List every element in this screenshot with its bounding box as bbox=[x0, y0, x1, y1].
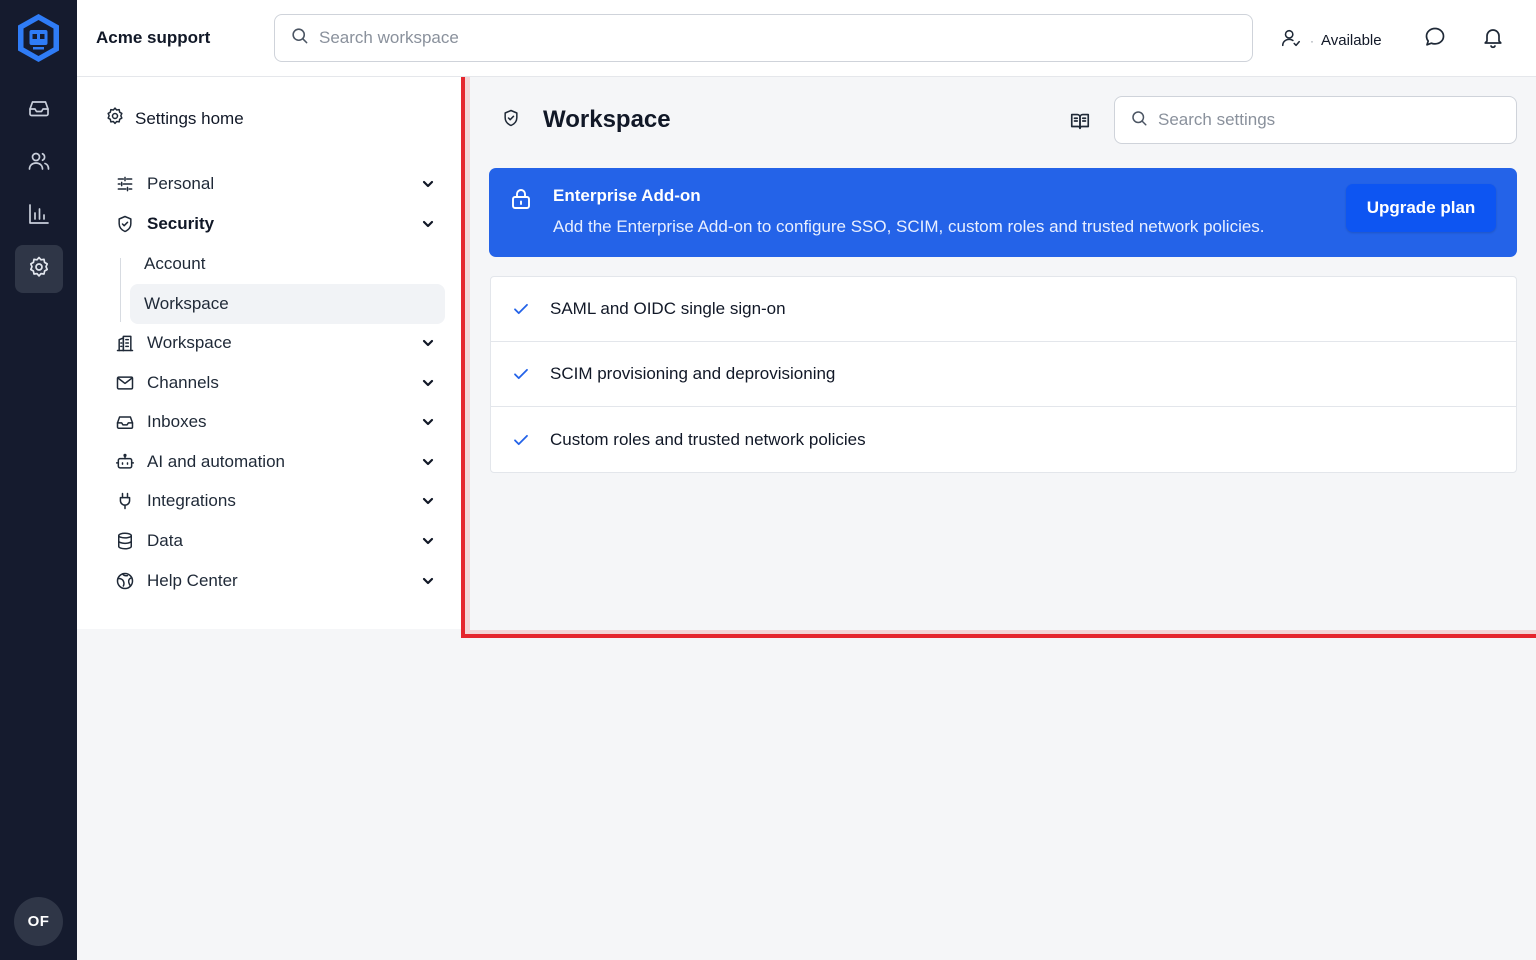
globe-icon bbox=[115, 571, 135, 591]
sidebar-item-label: Personal bbox=[147, 174, 215, 193]
sidebar-item-label: AI and automation bbox=[147, 452, 285, 471]
sidebar-item-data[interactable]: Data bbox=[115, 523, 435, 559]
chat-button[interactable] bbox=[1422, 26, 1448, 52]
shield-icon bbox=[501, 108, 543, 133]
sidebar-item-label: Help Center bbox=[147, 571, 238, 590]
feature-label: SAML and OIDC single sign-on bbox=[550, 299, 786, 318]
sidebar-item-integrations[interactable]: Integrations bbox=[115, 483, 435, 519]
chevron-down-icon bbox=[422, 537, 434, 545]
banner-title: Enterprise Add-on bbox=[553, 186, 701, 205]
sidebar-item-label: Workspace bbox=[147, 333, 232, 352]
list-item: SAML and OIDC single sign-on bbox=[491, 277, 1516, 342]
feature-list: SAML and OIDC single sign-on SCIM provis… bbox=[490, 276, 1517, 473]
settings-icon bbox=[27, 255, 51, 284]
plug-icon bbox=[115, 491, 135, 511]
check-icon bbox=[514, 368, 528, 380]
highlight-inner-edge bbox=[465, 77, 470, 634]
book-open-icon bbox=[1069, 113, 1091, 136]
documentation-button[interactable] bbox=[1069, 110, 1091, 132]
status-label: Available bbox=[1321, 32, 1382, 49]
sidebar-item-ai-automation[interactable]: AI and automation bbox=[115, 444, 435, 480]
workspace-search[interactable] bbox=[274, 14, 1253, 62]
sidebar-item-label: Data bbox=[147, 531, 183, 550]
contacts-icon bbox=[27, 149, 51, 178]
check-icon bbox=[514, 434, 528, 445]
chevron-down-icon bbox=[422, 577, 434, 585]
chevron-down-icon bbox=[422, 379, 434, 387]
shield-icon bbox=[115, 214, 135, 234]
settings-home-label: Settings home bbox=[135, 108, 244, 128]
notifications-button[interactable] bbox=[1480, 26, 1506, 52]
user-icon bbox=[1280, 27, 1302, 54]
sidebar-item-help-center[interactable]: Help Center bbox=[115, 563, 435, 599]
upgrade-plan-button[interactable]: Upgrade plan bbox=[1346, 184, 1496, 232]
sidebar-subitem-label: Workspace bbox=[144, 294, 229, 313]
inbox-icon bbox=[115, 412, 135, 432]
list-item: Custom roles and trusted network policie… bbox=[491, 407, 1516, 472]
chevron-down-icon bbox=[422, 497, 434, 505]
sidebar-item-personal[interactable]: Personal bbox=[115, 166, 435, 202]
workspace-search-input[interactable] bbox=[319, 28, 1219, 48]
sidebar-item-security[interactable]: Security bbox=[115, 206, 435, 242]
settings-sidebar: Settings home Personal Security Account … bbox=[77, 77, 461, 629]
app-rail: OF bbox=[0, 0, 77, 960]
sidebar-item-label: Security bbox=[147, 214, 215, 233]
enterprise-addon-banner: Enterprise Add-on Add the Enterprise Add… bbox=[489, 168, 1517, 257]
settings-home-link[interactable]: Settings home bbox=[105, 106, 244, 131]
building-icon bbox=[115, 333, 135, 353]
sidebar-subitem-account[interactable]: Account bbox=[130, 244, 445, 284]
feature-label: SCIM provisioning and deprovisioning bbox=[550, 364, 836, 383]
sidebar-item-label: Integrations bbox=[147, 491, 236, 510]
chevron-down-icon bbox=[422, 180, 434, 188]
sidebar-item-label: Channels bbox=[147, 373, 219, 392]
chevron-down-icon bbox=[422, 458, 434, 466]
submenu-guide-line bbox=[120, 258, 121, 322]
chevron-down-icon bbox=[422, 339, 434, 347]
settings-search[interactable] bbox=[1114, 96, 1517, 144]
app-logo[interactable] bbox=[16, 13, 61, 63]
sidebar-subitem-workspace[interactable]: Workspace bbox=[130, 284, 445, 324]
reports-icon bbox=[27, 202, 51, 231]
sidebar-item-channels[interactable]: Channels bbox=[115, 365, 435, 401]
inbox-icon bbox=[27, 96, 51, 125]
settings-search-input[interactable] bbox=[1158, 110, 1498, 130]
org-name: Acme support bbox=[96, 28, 211, 47]
check-icon bbox=[514, 303, 528, 315]
rail-settings-button[interactable] bbox=[15, 245, 63, 293]
rail-contacts-button[interactable] bbox=[15, 139, 63, 187]
availability-status[interactable]: · Available bbox=[1280, 27, 1382, 54]
mail-icon bbox=[115, 373, 135, 393]
sidebar-subitem-label: Account bbox=[144, 254, 206, 273]
user-avatar[interactable]: OF bbox=[14, 897, 63, 946]
page-title: Workspace bbox=[543, 106, 671, 133]
list-item: SCIM provisioning and deprovisioning bbox=[491, 342, 1516, 407]
search-icon bbox=[290, 26, 309, 50]
lock-icon bbox=[512, 189, 530, 209]
database-icon bbox=[115, 531, 135, 551]
banner-description: Add the Enterprise Add-on to configure S… bbox=[553, 217, 1265, 236]
chevron-down-icon bbox=[422, 418, 434, 426]
sidebar-item-workspace[interactable]: Workspace bbox=[115, 325, 435, 361]
sidebar-item-inboxes[interactable]: Inboxes bbox=[115, 404, 435, 440]
chevron-down-icon bbox=[422, 220, 434, 228]
sliders-icon bbox=[115, 174, 135, 194]
highlight-inner-bottom bbox=[465, 630, 1536, 634]
bell-icon bbox=[1481, 25, 1505, 54]
settings-main-panel: Workspace Enterprise Add-on Add the Ente… bbox=[461, 77, 1536, 638]
chat-bubble-icon bbox=[1423, 25, 1447, 54]
sidebar-item-label: Inboxes bbox=[147, 412, 207, 431]
page-header: Workspace bbox=[501, 106, 671, 134]
top-bar: Acme support · Available bbox=[77, 0, 1536, 77]
feature-label: Custom roles and trusted network policie… bbox=[550, 429, 866, 449]
rail-inbox-button[interactable] bbox=[15, 86, 63, 134]
rail-reports-button[interactable] bbox=[15, 192, 63, 240]
bot-icon bbox=[115, 452, 135, 472]
gear-icon bbox=[105, 106, 135, 131]
status-separator: · bbox=[1310, 33, 1314, 48]
search-icon bbox=[1130, 109, 1148, 132]
